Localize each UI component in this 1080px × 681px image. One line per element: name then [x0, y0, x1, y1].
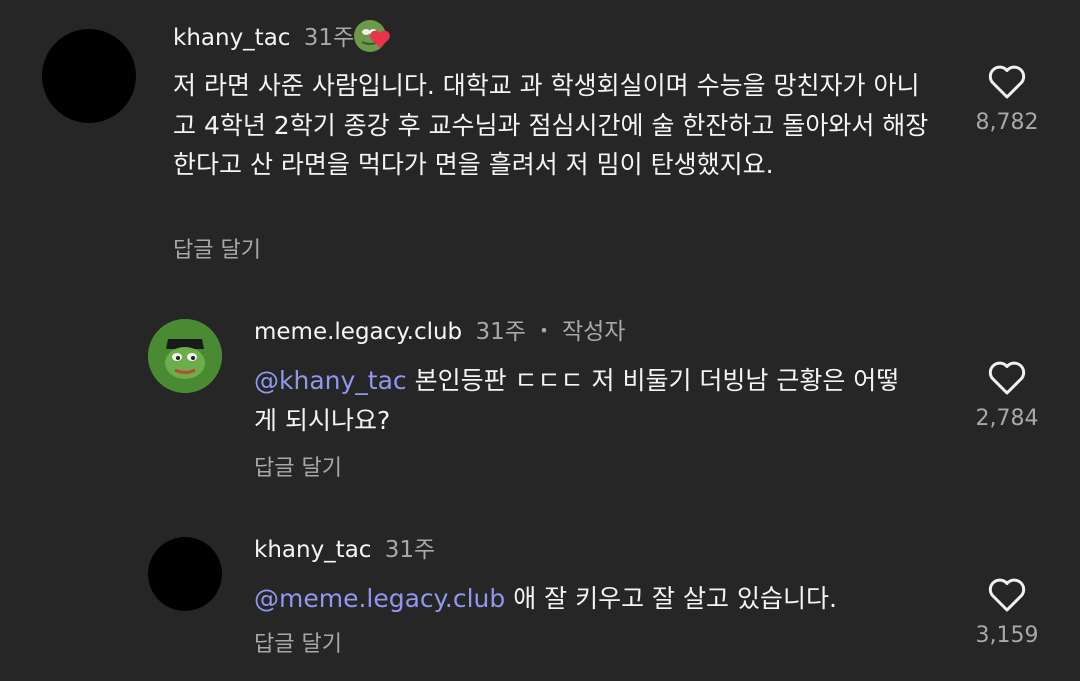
mention-link[interactable]: @meme.legacy.club	[254, 584, 505, 613]
heart-badge-icon	[369, 29, 391, 53]
avatar[interactable]	[42, 29, 136, 123]
mention-link[interactable]: @khany_tac	[254, 366, 407, 395]
comment-text: 저 라면 사준 사람입니다. 대학교 과 학생회실이며 수능을 망친자가 아니고…	[173, 71, 929, 179]
heart-outline-icon	[988, 361, 1026, 395]
separator-dot: •	[539, 321, 549, 340]
avatar[interactable]	[148, 537, 222, 611]
timestamp: 31주	[303, 25, 355, 51]
like-button[interactable]: 3,159	[967, 577, 1047, 648]
reply-button[interactable]: 답글 달기	[254, 450, 342, 482]
like-button[interactable]: 2,784	[967, 360, 1047, 431]
heart-outline-icon	[988, 578, 1026, 612]
username[interactable]: meme.legacy.club	[254, 319, 462, 345]
username[interactable]: khany_tac	[254, 537, 371, 563]
reply-button[interactable]: 답글 달기	[254, 626, 342, 658]
username[interactable]: khany_tac	[173, 25, 290, 51]
author-tag: 작성자	[561, 319, 626, 345]
comment-text: @khany_tac 본인등판 ㄷㄷㄷ 저 비둘기 더빙남 근황은 어떻게 되시…	[254, 361, 904, 440]
comment-header: khany_tac 31주	[254, 536, 435, 564]
comment-header: khany_tac 31주	[173, 24, 354, 52]
comment-header: meme.legacy.club 31주 • 작성자	[254, 318, 625, 348]
like-count: 3,159	[975, 623, 1039, 648]
comment-text-body: 애 잘 키우고 잘 살고 있습니다.	[505, 584, 837, 613]
timestamp: 31주	[384, 537, 436, 563]
frog-avatar-icon	[148, 319, 222, 393]
timestamp: 31주	[475, 319, 526, 345]
reply-button[interactable]: 답글 달기	[173, 232, 261, 264]
like-count: 2,784	[975, 406, 1039, 431]
avatar[interactable]	[148, 319, 222, 393]
like-button[interactable]: 8,782	[967, 64, 1047, 135]
heart-outline-icon	[988, 65, 1026, 99]
comment-text: @meme.legacy.club 애 잘 키우고 잘 살고 있습니다.	[254, 579, 904, 619]
like-count: 8,782	[975, 110, 1039, 135]
